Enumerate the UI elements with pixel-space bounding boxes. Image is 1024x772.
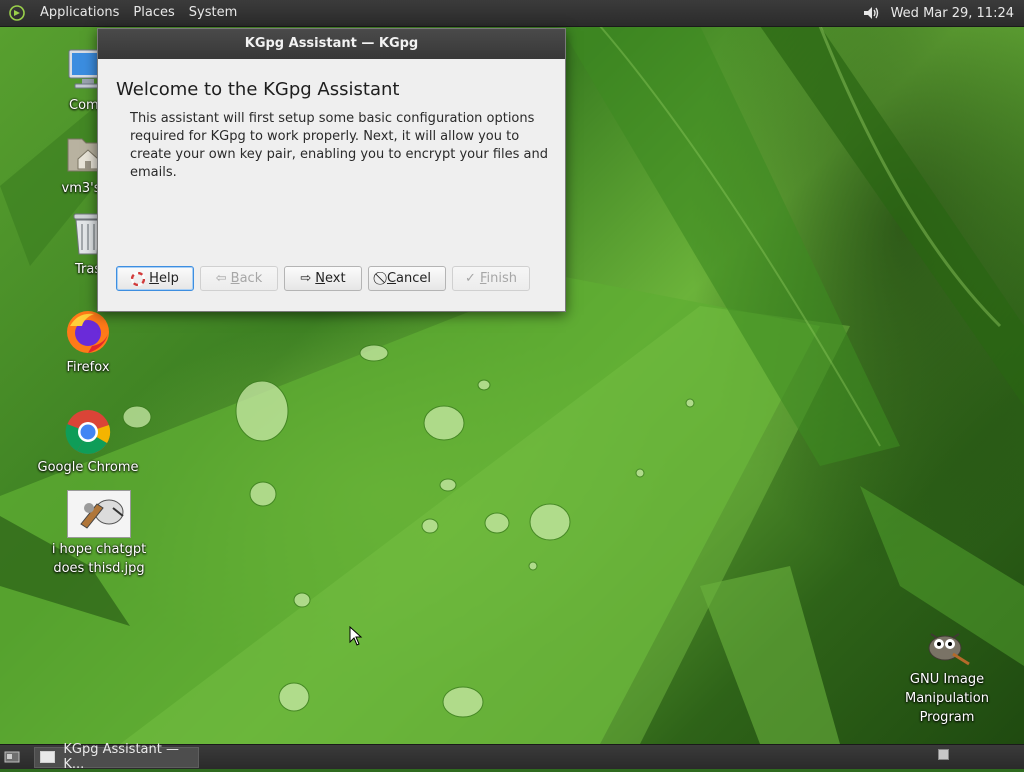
desktop-icon-image-file[interactable]: i hope chatgpt does thisd.jpg	[44, 490, 154, 578]
help-label: elp	[158, 271, 179, 286]
desktop-icon-label: Google Chrome	[37, 460, 139, 475]
checkmark-icon: ✓	[465, 271, 476, 286]
help-lifebuoy-icon	[131, 271, 146, 286]
dialog-body-text: This assistant will first setup some bas…	[130, 111, 548, 180]
dialog-button-row: Help ⇦ Back ⇨ Next ⃠ Cancel ✓ Finish	[116, 266, 530, 291]
volume-icon[interactable]	[861, 3, 881, 23]
next-label: ext	[325, 271, 346, 286]
desktop-icon-chrome[interactable]: Google Chrome	[33, 408, 143, 477]
dialog-heading: Welcome to the KGpg Assistant	[116, 79, 400, 100]
menu-system[interactable]: System	[182, 0, 244, 26]
bottom-panel: KGpg Assistant — K...	[0, 742, 1024, 772]
top-panel: Applications Places System Wed Mar 29, 1…	[0, 0, 1024, 27]
finish-button[interactable]: ✓ Finish	[452, 266, 530, 291]
chrome-icon	[65, 410, 111, 454]
help-button[interactable]: Help	[116, 266, 194, 291]
distro-logo-icon[interactable]	[9, 5, 25, 21]
dialog-titlebar[interactable]: KGpg Assistant — KGpg	[98, 29, 565, 59]
next-button[interactable]: ⇨ Next	[284, 266, 362, 291]
help-mnemonic: H	[149, 271, 159, 286]
back-arrow-icon: ⇦	[215, 271, 227, 286]
next-mnemonic: N	[315, 271, 326, 286]
kgpg-assistant-dialog: KGpg Assistant — KGpg Welcome to the KGp…	[97, 28, 566, 312]
back-label: ack	[239, 271, 263, 286]
menu-applications[interactable]: Applications	[33, 0, 126, 26]
mouse-pointer-icon	[349, 626, 363, 646]
desktop-icon-label: i hope chatgpt does thisd.jpg	[51, 542, 147, 576]
window-icon	[40, 751, 56, 763]
desktop-icon-firefox[interactable]: Firefox	[33, 308, 143, 377]
clock[interactable]: Wed Mar 29, 11:24	[891, 6, 1014, 21]
workspace-switcher[interactable]	[938, 749, 949, 760]
back-mnemonic: B	[230, 271, 240, 286]
desktop-icon-label: Firefox	[66, 360, 110, 375]
gimp-icon	[928, 633, 970, 666]
back-button[interactable]: ⇦ Back	[200, 266, 278, 291]
menu-places[interactable]: Places	[126, 0, 181, 26]
cancel-button[interactable]: ⃠ Cancel	[368, 266, 446, 291]
desktop-icon-gimp[interactable]: GNU Image Manipulation Program	[892, 628, 1002, 727]
image-thumbnail-icon	[67, 490, 131, 538]
cancel-label: ancel	[396, 271, 432, 286]
cancel-mnemonic: C	[386, 271, 397, 286]
finish-label: inish	[486, 271, 517, 286]
firefox-icon	[67, 311, 109, 353]
dialog-title: KGpg Assistant — KGpg	[244, 36, 419, 51]
next-arrow-icon: ⇨	[300, 271, 312, 286]
taskbar-window-button[interactable]: KGpg Assistant — K...	[34, 742, 199, 772]
desktop-icon-label: GNU Image Manipulation Program	[904, 672, 989, 725]
show-desktop-icon	[4, 751, 20, 763]
show-desktop-button[interactable]	[2, 747, 22, 767]
